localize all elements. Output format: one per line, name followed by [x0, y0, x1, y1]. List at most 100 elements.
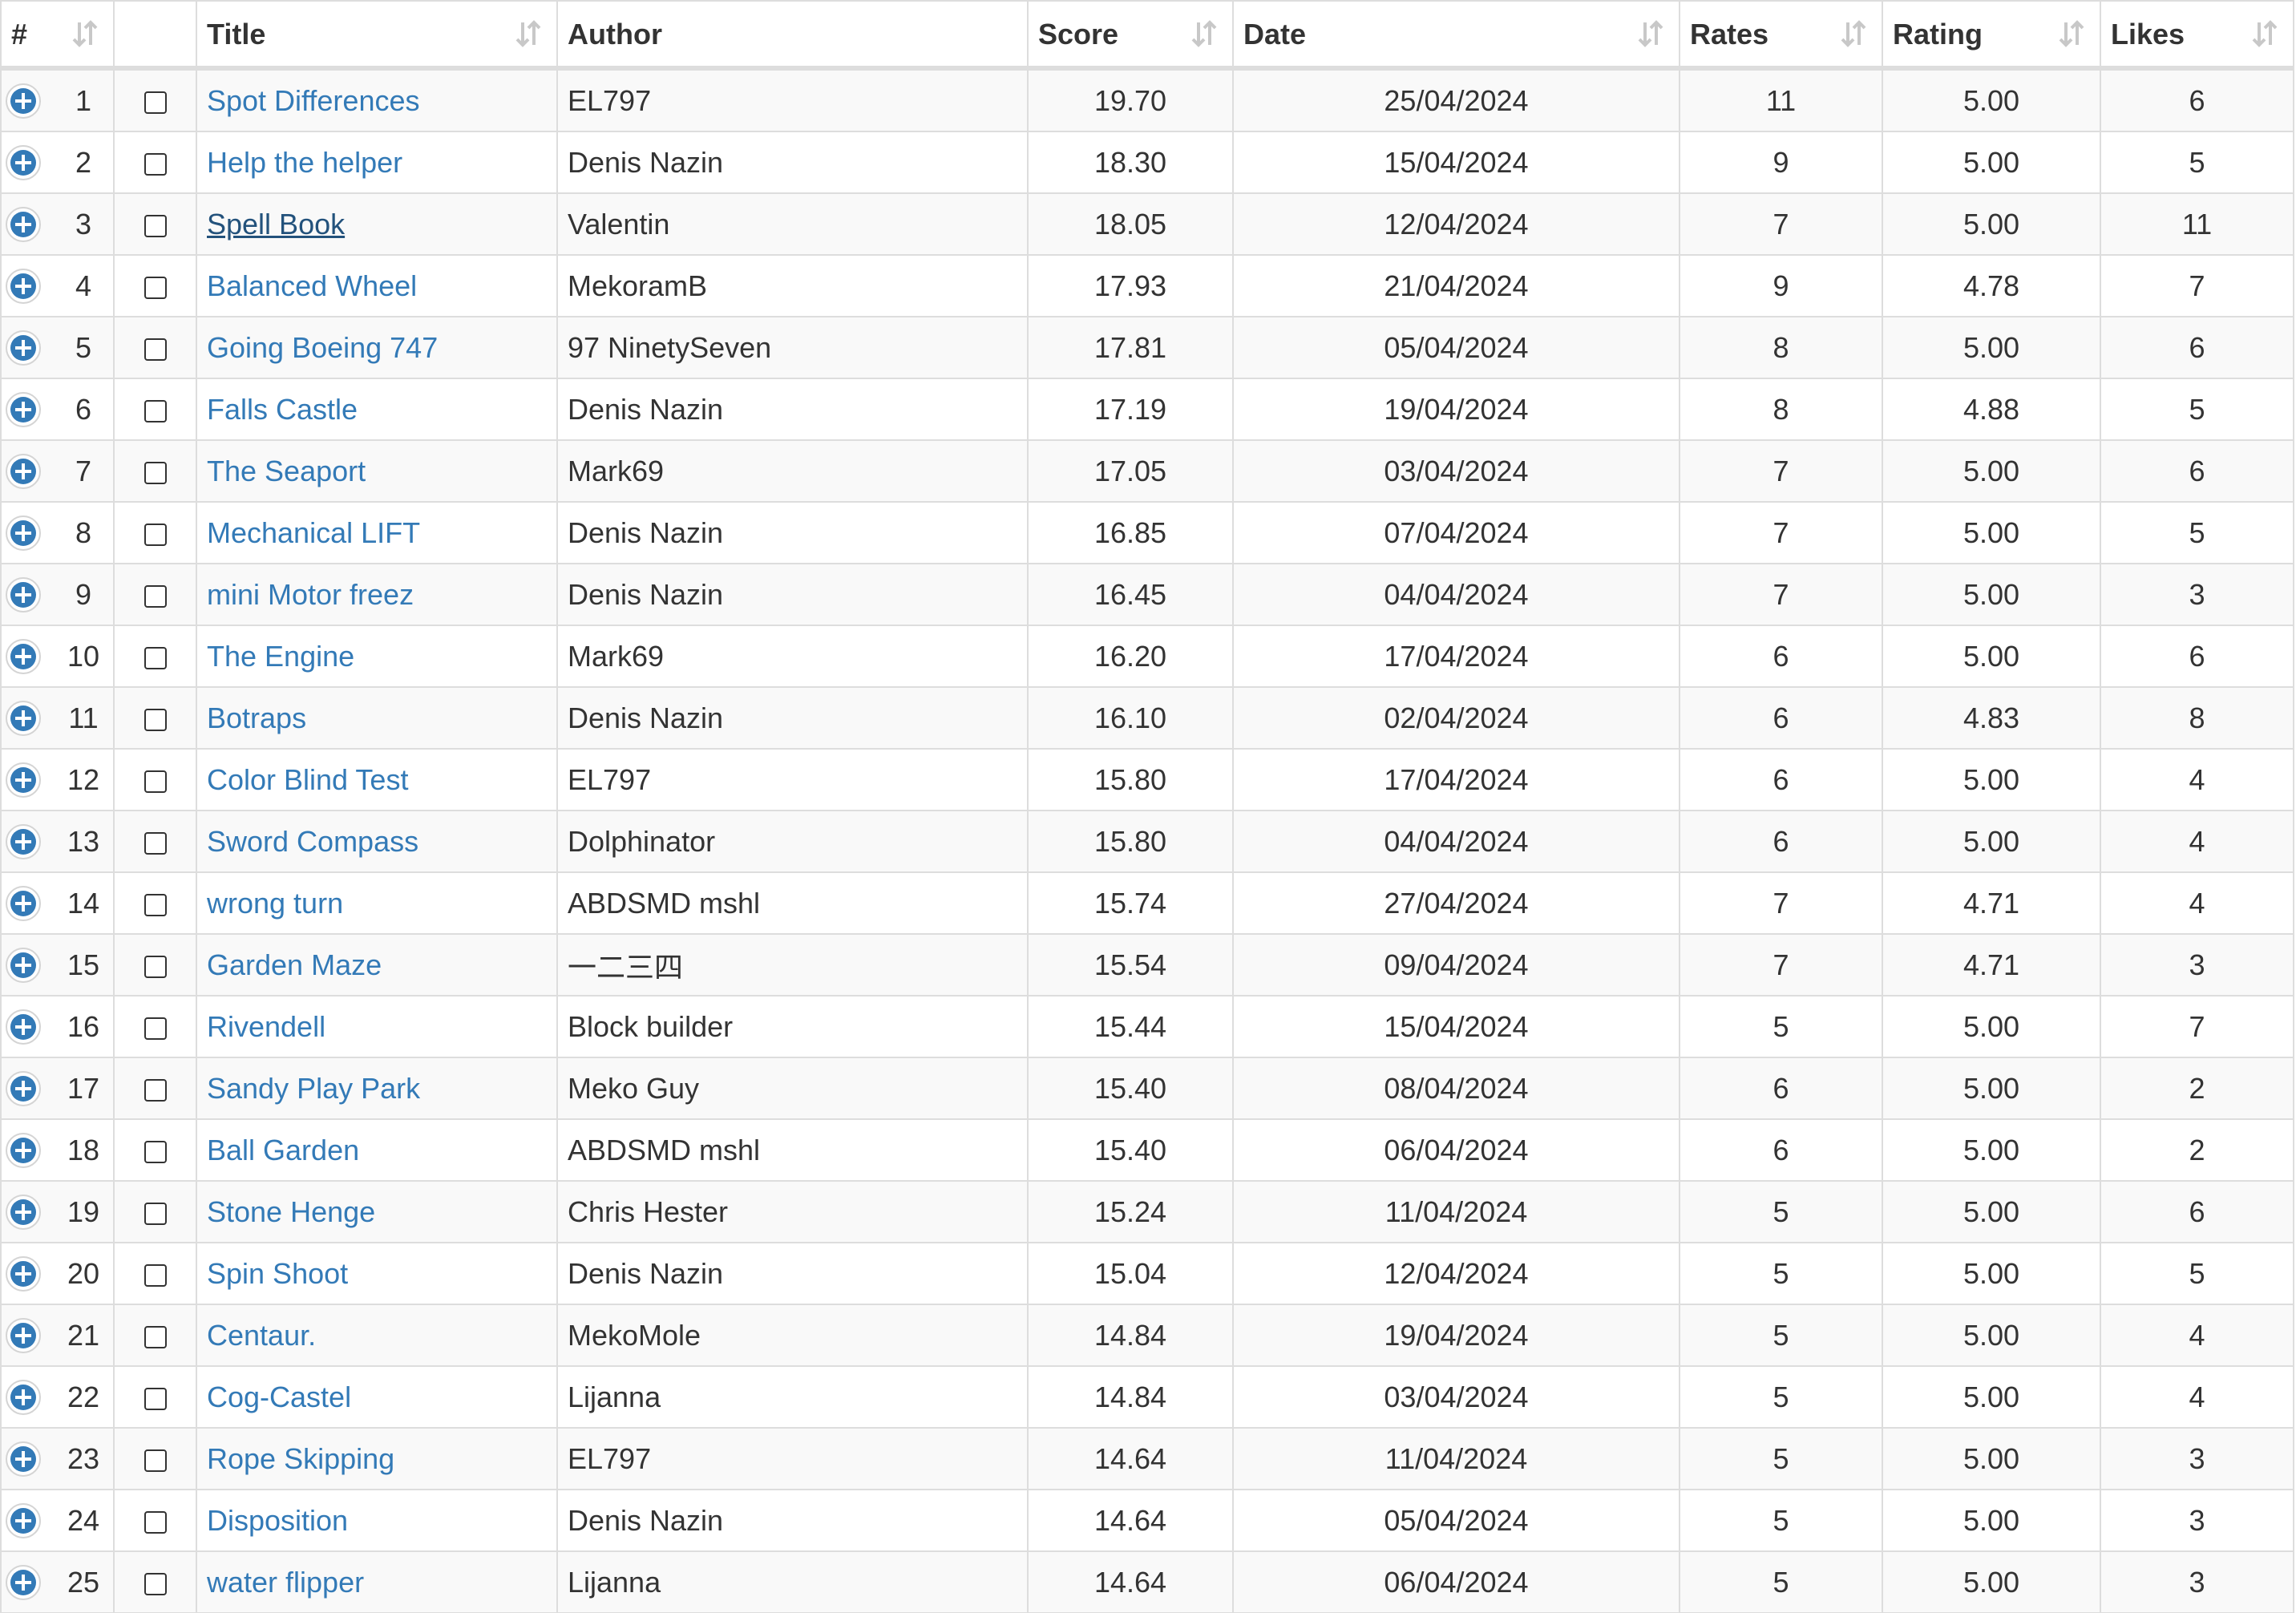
row-checkbox[interactable] — [144, 1017, 167, 1040]
plus-circle-icon[interactable] — [5, 1194, 42, 1231]
title-cell: Disposition — [196, 1489, 558, 1552]
row-checkbox[interactable] — [144, 1263, 167, 1287]
column-header-score[interactable]: Score — [1027, 0, 1234, 71]
sort-arrows-icon[interactable] — [1637, 18, 1664, 50]
row-checkbox[interactable] — [144, 214, 167, 237]
column-header-date[interactable]: Date — [1232, 0, 1680, 71]
title-link[interactable]: wrong turn — [207, 887, 343, 920]
sort-arrows-icon[interactable] — [515, 18, 542, 50]
title-link[interactable]: The Seaport — [207, 455, 366, 487]
plus-circle-icon[interactable] — [5, 1564, 42, 1601]
row-checkbox[interactable] — [144, 399, 167, 422]
rates-cell: 6 — [1679, 810, 1883, 873]
title-link[interactable]: Spin Shoot — [207, 1257, 348, 1290]
plus-circle-icon[interactable] — [5, 638, 42, 675]
row-checkbox[interactable] — [144, 584, 167, 608]
title-link[interactable]: Sandy Play Park — [207, 1072, 420, 1105]
sort-arrows-icon[interactable] — [2251, 18, 2278, 50]
plus-circle-icon[interactable] — [5, 885, 42, 922]
plus-circle-icon[interactable] — [5, 206, 42, 243]
date-cell: 15/04/2024 — [1232, 995, 1680, 1058]
title-cell: Spot Differences — [196, 67, 558, 132]
title-link[interactable]: Stone Henge — [207, 1195, 375, 1228]
row-number: 16 — [67, 1009, 100, 1043]
plus-circle-icon[interactable] — [5, 515, 42, 552]
row-checkbox[interactable] — [144, 338, 167, 361]
plus-circle-icon[interactable] — [5, 947, 42, 984]
column-header-rates[interactable]: Rates — [1679, 0, 1883, 71]
plus-circle-icon[interactable] — [5, 762, 42, 798]
plus-circle-icon[interactable] — [5, 391, 42, 428]
column-header-num[interactable]: # — [0, 0, 115, 71]
plus-circle-icon[interactable] — [5, 144, 42, 181]
row-checkbox[interactable] — [144, 831, 167, 855]
row-checkbox[interactable] — [144, 1202, 167, 1225]
row-checkbox[interactable] — [144, 955, 167, 978]
plus-circle-icon[interactable] — [5, 1379, 42, 1416]
row-checkbox[interactable] — [144, 708, 167, 731]
title-link[interactable]: Mechanical LIFT — [207, 516, 420, 549]
plus-circle-icon[interactable] — [5, 1009, 42, 1045]
plus-circle-icon[interactable] — [5, 823, 42, 860]
row-checkbox[interactable] — [144, 893, 167, 916]
title-link[interactable]: The Engine — [207, 640, 354, 673]
row-checkbox[interactable] — [144, 646, 167, 669]
title-link[interactable]: Falls Castle — [207, 393, 358, 426]
plus-circle-icon[interactable] — [5, 1070, 42, 1107]
column-header-label: # — [11, 18, 28, 51]
row-checkbox[interactable] — [144, 1449, 167, 1472]
sort-arrows-icon[interactable] — [1840, 18, 1867, 50]
title-link[interactable]: Help the helper — [207, 146, 402, 179]
title-link[interactable]: Ball Garden — [207, 1134, 359, 1166]
plus-circle-icon[interactable] — [5, 453, 42, 490]
row-checkbox[interactable] — [144, 770, 167, 793]
plus-circle-icon[interactable] — [5, 576, 42, 613]
title-link[interactable]: Disposition — [207, 1504, 348, 1537]
row-checkbox[interactable] — [144, 523, 167, 546]
row-checkbox[interactable] — [144, 1078, 167, 1102]
title-link[interactable]: Color Blind Test — [207, 763, 408, 796]
row-checkbox[interactable] — [144, 91, 167, 114]
plus-circle-icon[interactable] — [5, 1132, 42, 1169]
plus-circle-icon[interactable] — [5, 268, 42, 305]
sort-arrows-icon[interactable] — [71, 18, 99, 50]
row-checkbox[interactable] — [144, 1140, 167, 1163]
column-header-title[interactable]: Title — [196, 0, 558, 71]
plus-circle-icon[interactable] — [5, 1441, 42, 1478]
title-link[interactable]: Balanced Wheel — [207, 269, 417, 302]
row-checkbox[interactable] — [144, 461, 167, 484]
row-checkbox[interactable] — [144, 1387, 167, 1410]
title-link[interactable]: Rope Skipping — [207, 1442, 394, 1475]
row-checkbox[interactable] — [144, 152, 167, 176]
author-cell: Denis Nazin — [556, 378, 1029, 441]
plus-circle-icon[interactable] — [5, 83, 42, 119]
title-link[interactable]: Spell Book — [207, 208, 345, 241]
title-link[interactable]: Garden Maze — [207, 948, 382, 981]
title-link[interactable]: Sword Compass — [207, 825, 418, 858]
plus-circle-icon[interactable] — [5, 1255, 42, 1292]
row-checkbox[interactable] — [144, 1510, 167, 1534]
title-link[interactable]: Botraps — [207, 701, 306, 734]
plus-circle-icon[interactable] — [5, 700, 42, 737]
title-link[interactable]: Centaur. — [207, 1319, 316, 1352]
sort-arrows-icon[interactable] — [1190, 18, 1218, 50]
row-checkbox[interactable] — [144, 276, 167, 299]
plus-circle-icon[interactable] — [5, 329, 42, 366]
likes-cell: 4 — [2100, 871, 2294, 935]
title-link[interactable]: Cog-Castel — [207, 1381, 351, 1413]
title-link[interactable]: Going Boeing 747 — [207, 331, 438, 364]
plus-circle-icon[interactable] — [5, 1502, 42, 1539]
column-header-likes[interactable]: Likes — [2100, 0, 2294, 71]
row-number-cell: 16 — [0, 995, 115, 1058]
row-number-cell: 7 — [0, 439, 115, 503]
row-checkbox[interactable] — [144, 1325, 167, 1348]
title-link[interactable]: water flipper — [207, 1566, 364, 1599]
column-header-author[interactable]: Author — [556, 0, 1029, 71]
row-checkbox[interactable] — [144, 1572, 167, 1595]
sort-arrows-icon[interactable] — [2058, 18, 2085, 50]
plus-circle-icon[interactable] — [5, 1317, 42, 1354]
title-link[interactable]: Spot Differences — [207, 84, 419, 117]
title-link[interactable]: Rivendell — [207, 1010, 325, 1043]
title-link[interactable]: mini Motor freez — [207, 578, 414, 611]
column-header-rating[interactable]: Rating — [1882, 0, 2101, 71]
